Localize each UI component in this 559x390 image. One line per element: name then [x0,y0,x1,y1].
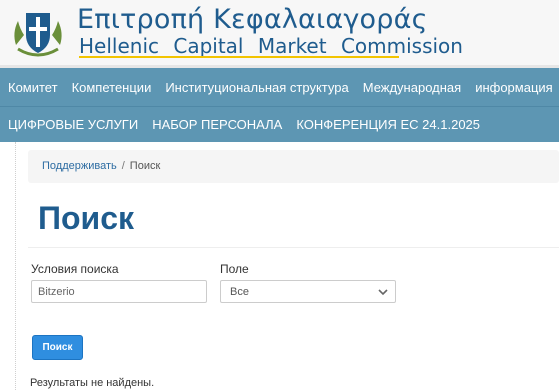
breadcrumb-current: Поиск [129,160,161,172]
nav-item-competences[interactable]: Компетенции [65,80,159,95]
greek-coat-of-arms-icon[interactable] [10,5,66,61]
search-terms-input[interactable] [31,280,207,303]
title-divider [28,247,559,248]
content-left-border [15,142,16,390]
site-title-english: Hellenic Capital Market Commission [79,34,463,58]
search-terms-label: Условия поиска [31,262,119,276]
results-message: Результаты не найдены. [30,377,155,389]
nav-item-institutional-structure[interactable]: Институциональная структура [158,80,355,95]
page-title: Поиск [38,200,135,236]
search-button[interactable]: Поиск [32,335,83,360]
site-title-greek: Επιτροπή Κεφαλαιαγοράς [77,4,428,35]
nav-item-recruitment[interactable]: НАБОР ПЕРСОНАЛА [145,117,289,132]
site-header: Επιτροπή Κεφαλαιαγοράς Hellenic Capital … [0,0,559,68]
nav-row-primary: Комитет Компетенции Институциональная ст… [0,68,559,106]
nav-item-eu-conference[interactable]: КОНФЕРЕНЦИЯ ЕС 24.1.2025 [289,117,487,132]
nav-item-information[interactable]: информация [468,80,559,95]
search-field-select[interactable]: Все [220,280,396,303]
nav-item-committee[interactable]: Комитет [0,80,65,95]
nav-item-international[interactable]: Международная [356,80,468,95]
nav-item-digital-services[interactable]: ЦИФРОВЫЕ УСЛУГИ [0,117,145,132]
breadcrumb-home-link[interactable]: Поддерживать [42,160,117,172]
breadcrumb: Поддерживать / Поиск [42,160,160,172]
title-underline [79,56,399,58]
search-field-label: Поле [220,262,249,276]
main-navigation: Комитет Компетенции Институциональная ст… [0,68,559,142]
nav-row-secondary: ЦИФРОВЫЕ УСЛУГИ НАБОР ПЕРСОНАЛА КОНФЕРЕН… [0,106,559,142]
chevron-down-icon [378,289,388,296]
breadcrumb-separator: / [121,160,125,172]
search-field-value: Все [230,286,249,298]
